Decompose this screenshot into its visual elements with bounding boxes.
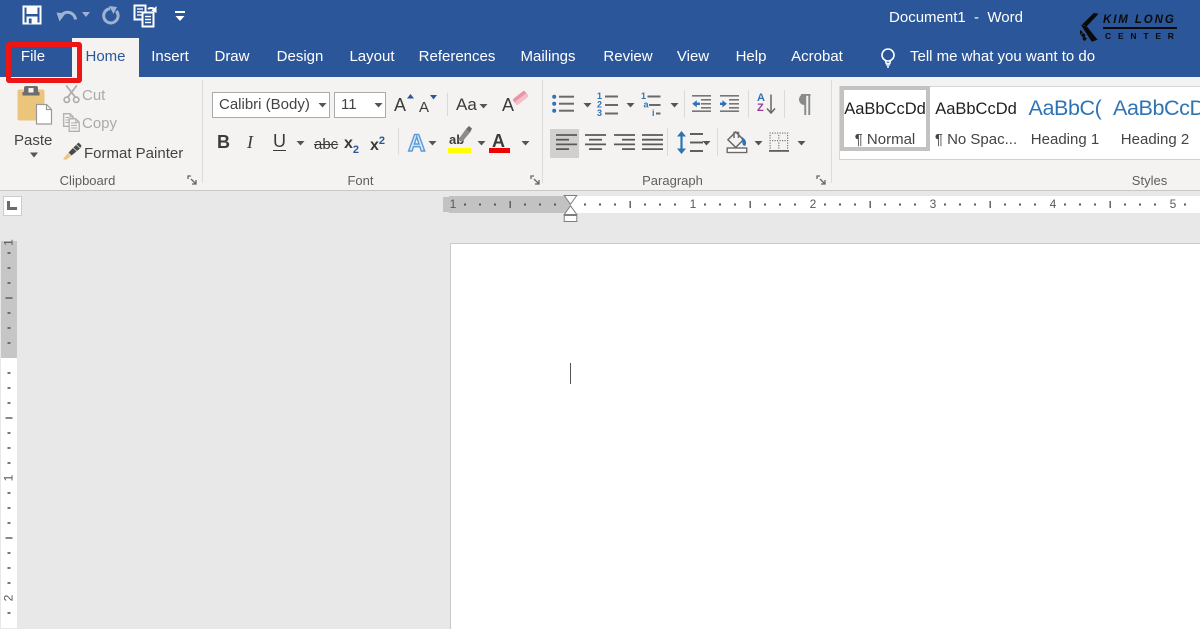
svg-text:1: 1 <box>2 474 16 481</box>
svg-text:i: i <box>652 108 655 117</box>
svg-text:3: 3 <box>597 108 602 117</box>
svg-text:2: 2 <box>2 594 16 601</box>
svg-text:a: a <box>644 100 650 110</box>
svg-text:1: 1 <box>2 239 16 246</box>
